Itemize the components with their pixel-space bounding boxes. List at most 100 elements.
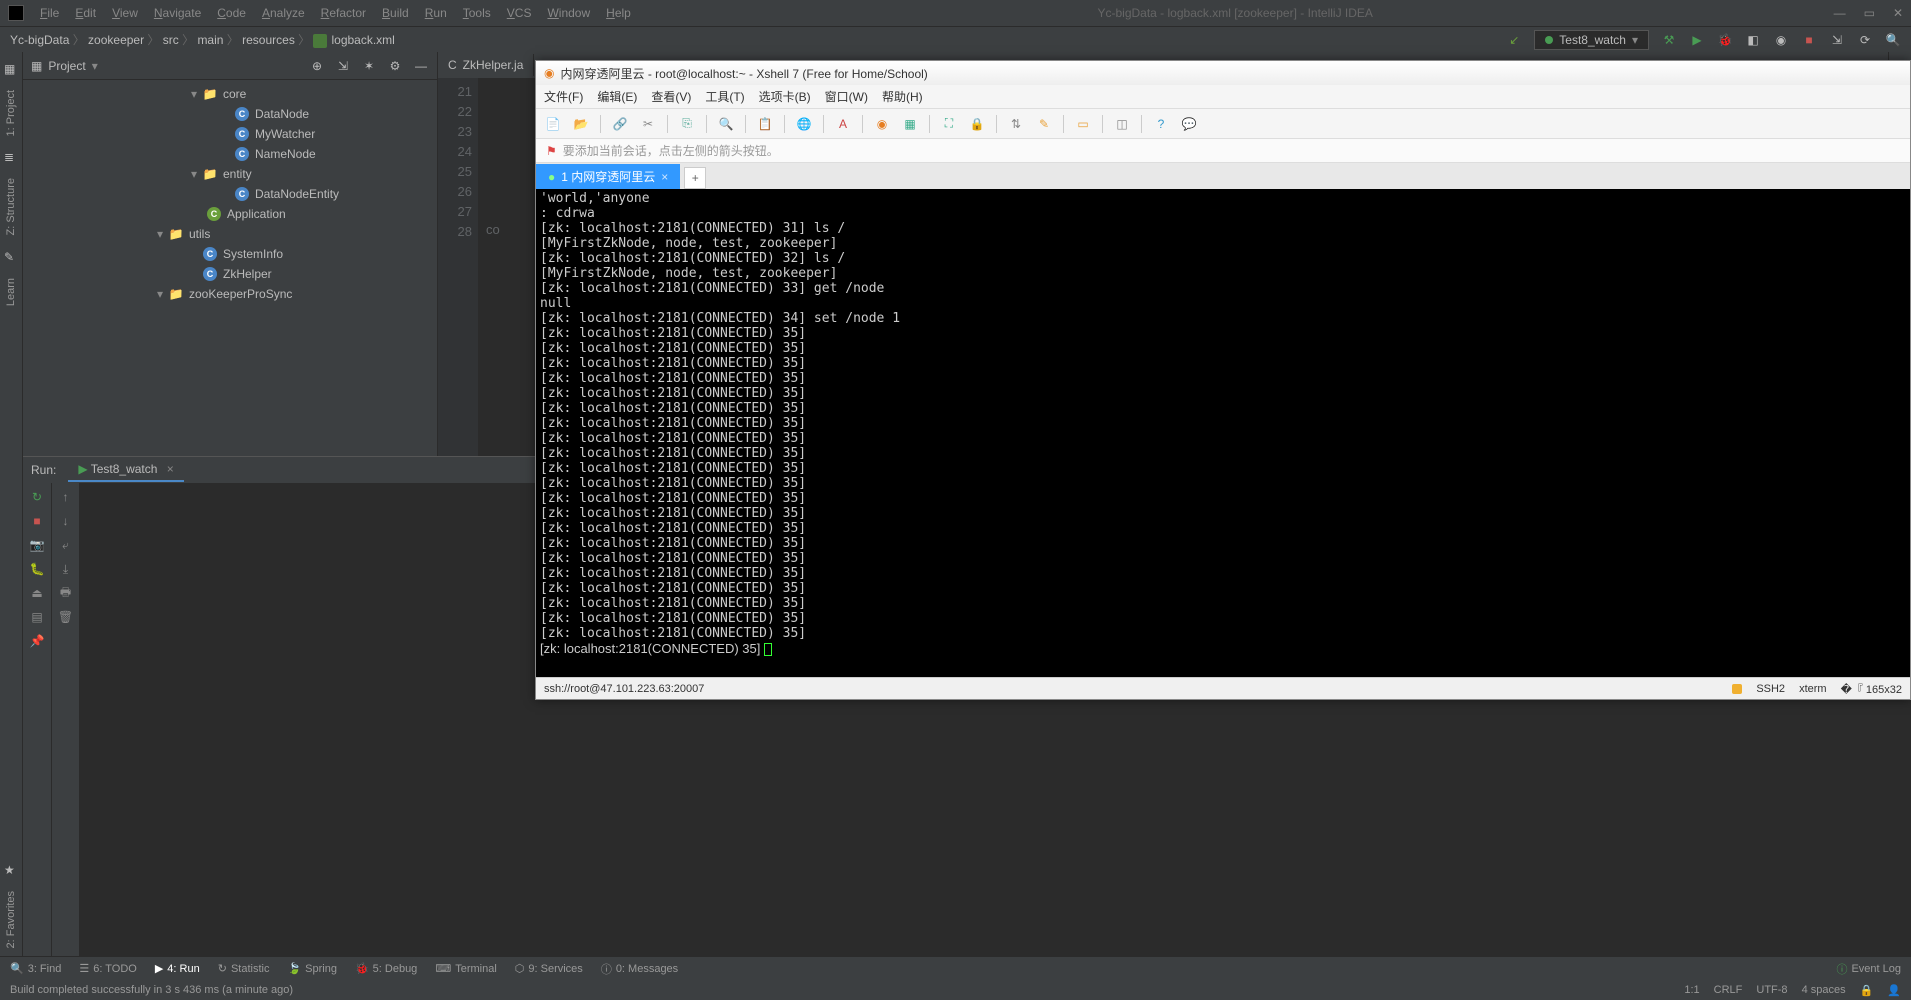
menu-vcs[interactable]: VCS — [501, 4, 538, 22]
lock-icon[interactable]: 🔒 — [1860, 984, 1874, 997]
menu-navigate[interactable]: Navigate — [148, 4, 207, 22]
update-icon[interactable]: ⟳ — [1857, 32, 1873, 48]
wrap-icon[interactable]: ⤶ — [58, 537, 74, 553]
inspection-icon[interactable]: 👤 — [1887, 984, 1901, 997]
stop-icon[interactable]: ■ — [1801, 32, 1817, 48]
minimize-button[interactable]: — — [1834, 6, 1846, 20]
project-tool-icon[interactable]: ▦ — [4, 62, 18, 76]
indent-info[interactable]: 4 spaces — [1802, 984, 1846, 997]
bottom-tab-statistic[interactable]: ↻Statistic — [218, 961, 270, 977]
breadcrumb-item[interactable]: Yc-bigData — [10, 33, 69, 47]
file-encoding[interactable]: UTF-8 — [1756, 984, 1787, 997]
tree-item-namenode[interactable]: CNameNode — [23, 144, 437, 164]
expand-arrow-icon[interactable]: ▾ — [157, 227, 169, 241]
line-separator[interactable]: CRLF — [1714, 984, 1743, 997]
tree-item-zkhelper[interactable]: CZkHelper — [23, 264, 437, 284]
settings-icon[interactable]: ⚙ — [387, 58, 403, 74]
tab-learn[interactable]: Learn — [2, 270, 20, 314]
menu-run[interactable]: Run — [419, 4, 453, 22]
line-number[interactable]: 23 — [438, 122, 472, 142]
expand-arrow-icon[interactable]: ▾ — [191, 87, 203, 101]
hide-icon[interactable]: — — [413, 58, 429, 74]
favorites-tool-icon[interactable]: ★ — [4, 863, 18, 877]
line-number[interactable]: 22 — [438, 102, 472, 122]
close-icon[interactable]: × — [167, 462, 174, 476]
font-icon[interactable]: A — [834, 115, 852, 133]
menu-analyze[interactable]: Analyze — [256, 4, 311, 22]
bottom-tab-find[interactable]: 🔍3: Find — [10, 961, 61, 977]
print-icon[interactable]: 🖶 — [58, 585, 74, 601]
play-icon[interactable]: ▶ — [1689, 32, 1705, 48]
menu-refactor[interactable]: Refactor — [315, 4, 372, 22]
terminal-output[interactable]: 'world,'anyone : cdrwa [zk: localhost:21… — [536, 189, 1910, 677]
tab-icon[interactable]: ▭ — [1074, 115, 1092, 133]
debug-icon[interactable]: 🐞 — [1717, 32, 1733, 48]
reconnect-icon[interactable]: 🔗 — [611, 115, 629, 133]
tab-project[interactable]: 1: Project — [2, 82, 20, 144]
menu-view[interactable]: View — [106, 4, 144, 22]
coverage-icon[interactable]: ◧ — [1745, 32, 1761, 48]
search-everywhere-icon[interactable]: 🔍 — [1885, 32, 1901, 48]
up-icon[interactable]: ↑ — [58, 489, 74, 505]
breadcrumb-item[interactable]: resources — [242, 33, 295, 47]
xshell-session-tab[interactable]: ● 1 内网穿透阿里云 × — [536, 164, 680, 189]
new-tab-button[interactable]: + — [684, 167, 706, 189]
caret-position[interactable]: 1:1 — [1684, 984, 1699, 997]
editor-tab[interactable]: C ZkHelper.ja — [438, 54, 534, 76]
split-icon[interactable]: ◫ — [1113, 115, 1131, 133]
find-icon[interactable]: 🔍 — [717, 115, 735, 133]
tree-item-mywatcher[interactable]: CMyWatcher — [23, 124, 437, 144]
xshell-menu-item[interactable]: 选项卡(B) — [759, 88, 811, 105]
bottom-tab-services[interactable]: ⬡9: Services — [515, 961, 583, 977]
breadcrumb-item[interactable]: src — [163, 33, 179, 47]
xshell-menu-item[interactable]: 帮助(H) — [882, 88, 923, 105]
bottom-tab-run[interactable]: ▶4: Run — [155, 961, 200, 977]
menu-tools[interactable]: Tools — [457, 4, 497, 22]
tree-item-utils[interactable]: ▾📁utils — [23, 224, 437, 244]
back-icon[interactable]: ↙ — [1506, 32, 1522, 48]
xshell-menu-item[interactable]: 窗口(W) — [825, 88, 868, 105]
line-number[interactable]: 25 — [438, 162, 472, 182]
bottom-tab-terminal[interactable]: ⌨Terminal — [435, 961, 496, 977]
xshell-titlebar[interactable]: ◉ 内网穿透阿里云 - root@localhost:~ - Xshell 7 … — [536, 61, 1910, 85]
chevron-down-icon[interactable]: ▾ — [92, 59, 98, 73]
line-number[interactable]: 24 — [438, 142, 472, 162]
camera-icon[interactable]: 📷 — [29, 537, 45, 553]
run-config-selector[interactable]: Test8_watch ▾ — [1534, 30, 1649, 50]
menu-help[interactable]: Help — [600, 4, 637, 22]
bottom-tab-debug[interactable]: 🐞5: Debug — [355, 961, 417, 977]
close-button[interactable]: ✕ — [1893, 6, 1903, 20]
screen-icon[interactable]: ▦ — [901, 115, 919, 133]
structure-tool-icon[interactable]: ≣ — [4, 150, 18, 164]
disconnect-icon[interactable]: ✂ — [639, 115, 657, 133]
event-log-button[interactable]: ⓘ Event Log — [1836, 961, 1901, 977]
xshell-menu-item[interactable]: 工具(T) — [705, 88, 744, 105]
transfer-icon[interactable]: ⇅ — [1007, 115, 1025, 133]
tree-item-application[interactable]: CApplication — [23, 204, 437, 224]
menu-edit[interactable]: Edit — [69, 4, 102, 22]
new-icon[interactable]: 📄 — [544, 115, 562, 133]
collapse-icon[interactable]: ✶ — [361, 58, 377, 74]
color-icon[interactable]: ◉ — [873, 115, 891, 133]
menu-code[interactable]: Code — [211, 4, 252, 22]
scroll-icon[interactable]: ⤓ — [58, 561, 74, 577]
line-number[interactable]: 26 — [438, 182, 472, 202]
dump-icon[interactable]: 🐛 — [29, 561, 45, 577]
stop-icon[interactable]: ■ — [29, 513, 45, 529]
trash-icon[interactable]: 🗑 — [58, 609, 74, 625]
chat-icon[interactable]: 💬 — [1180, 115, 1198, 133]
line-number[interactable]: 21 — [438, 82, 472, 102]
expand-arrow-icon[interactable]: ▾ — [191, 167, 203, 181]
tab-structure[interactable]: Z: Structure — [2, 170, 20, 243]
expand-icon[interactable]: ⇲ — [335, 58, 351, 74]
close-icon[interactable]: × — [661, 170, 668, 184]
menu-build[interactable]: Build — [376, 4, 415, 22]
copy-icon[interactable]: ⎘ — [678, 115, 696, 133]
exit-icon[interactable]: ⏏ — [29, 585, 45, 601]
breadcrumb-item[interactable]: main — [197, 33, 223, 47]
tree-item-datanodeentity[interactable]: CDataNodeEntity — [23, 184, 437, 204]
rerun-icon[interactable]: ↻ — [29, 489, 45, 505]
tree-item-zookeeperprosync[interactable]: ▾📁zooKeeperProSync — [23, 284, 437, 304]
locate-icon[interactable]: ⊕ — [309, 58, 325, 74]
open-icon[interactable]: 📂 — [572, 115, 590, 133]
